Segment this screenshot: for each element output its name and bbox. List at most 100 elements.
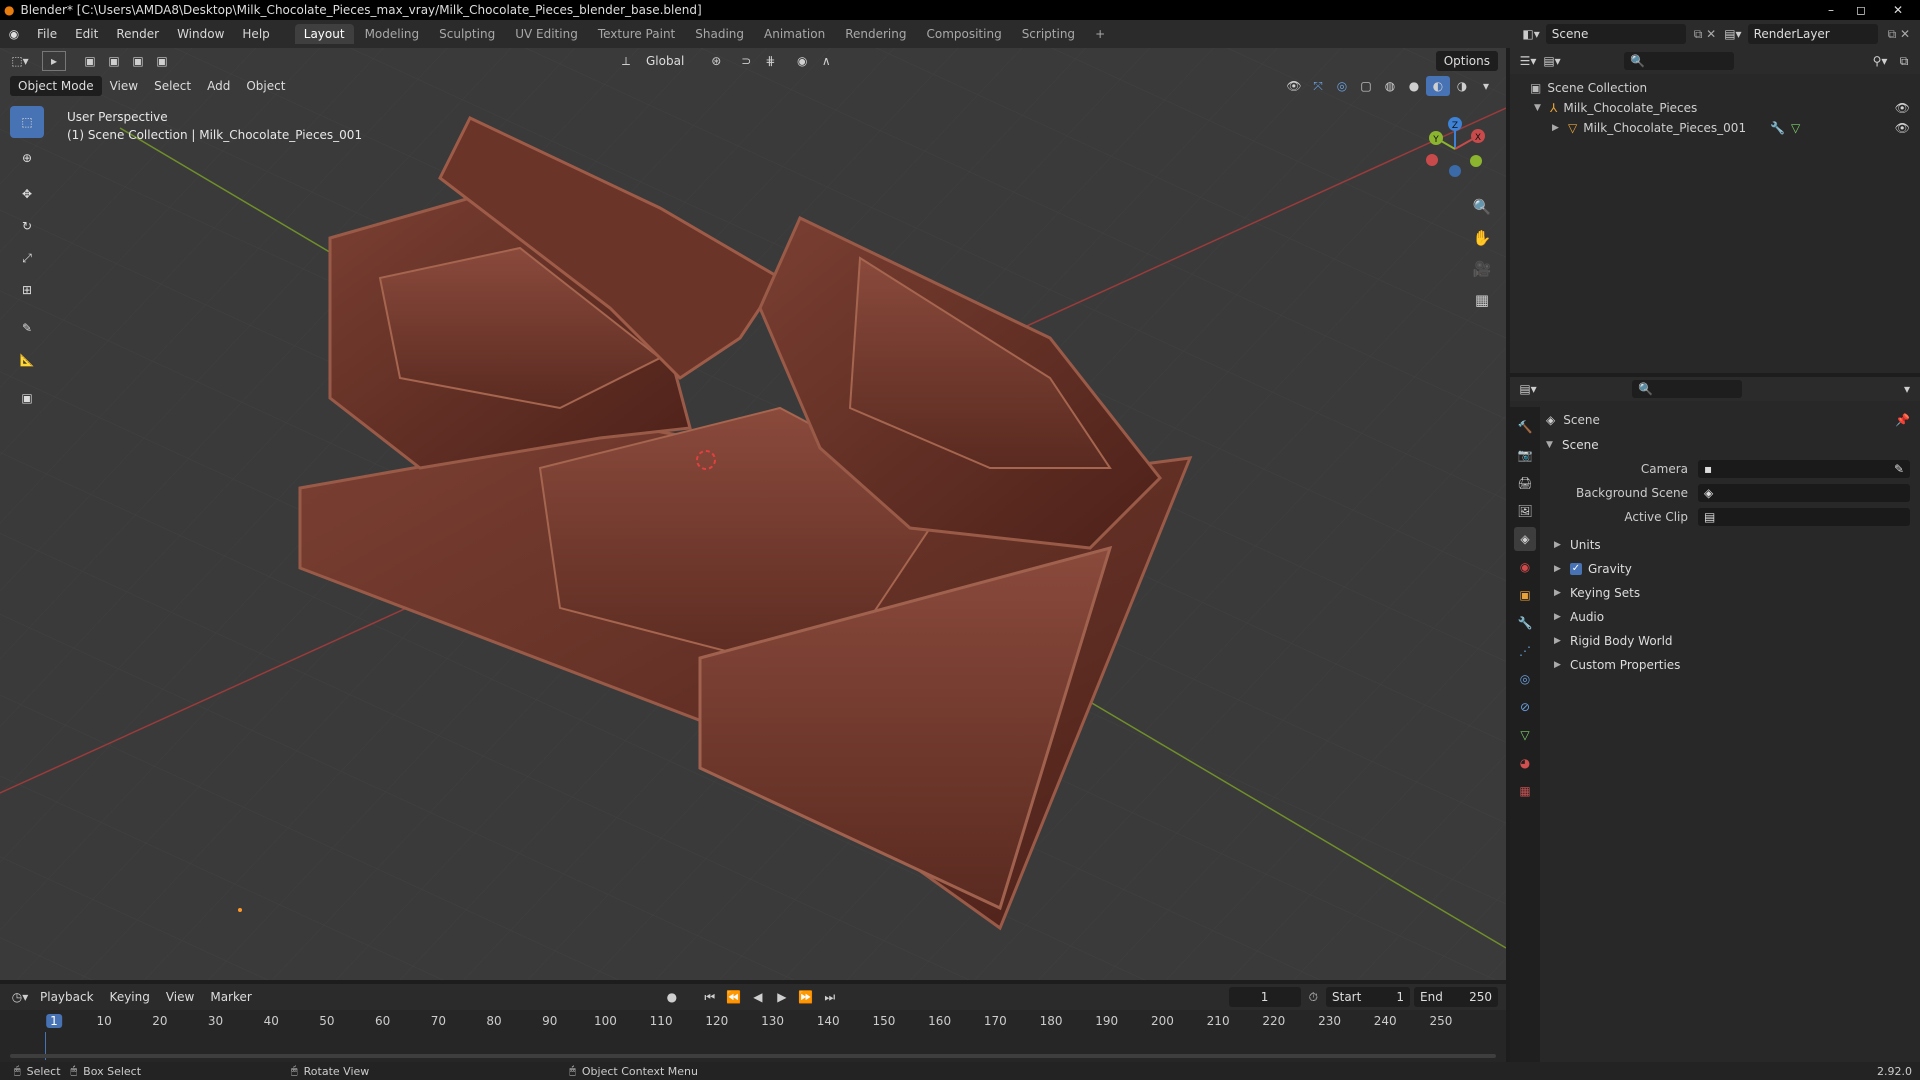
shading-solid-icon[interactable]: ● <box>1402 76 1426 96</box>
move-tool-icon[interactable]: ✥ <box>10 178 44 210</box>
gravity-checkbox[interactable]: ✓ <box>1570 563 1582 575</box>
select-box-extend-icon[interactable]: ▣ <box>102 51 126 71</box>
renderlayer-icon[interactable]: ▤▾ <box>1724 27 1741 41</box>
physics-tab-icon[interactable]: ◎ <box>1514 667 1536 691</box>
tab-shading[interactable]: Shading <box>686 24 753 44</box>
view-layer-tab-icon[interactable]: 🖼 <box>1514 499 1536 523</box>
properties-editor-type-icon[interactable]: ▤▾ <box>1516 379 1540 399</box>
scene-panel-header[interactable]: ▼ Scene <box>1540 433 1920 457</box>
tab-scripting[interactable]: Scripting <box>1013 24 1084 44</box>
camera-view-icon[interactable]: 🎥 <box>1468 254 1496 285</box>
new-collection-icon[interactable]: ⧉ <box>1892 51 1916 71</box>
material-tab-icon[interactable]: ◕ <box>1514 751 1536 775</box>
shading-options-icon[interactable]: ▾ <box>1474 76 1498 96</box>
measure-tool-icon[interactable]: 📐 <box>10 344 44 376</box>
scale-tool-icon[interactable]: ⤢ <box>10 242 44 274</box>
xray-icon[interactable]: ▢ <box>1354 76 1378 96</box>
custom-properties-panel-header[interactable]: ▶ Custom Properties <box>1540 653 1920 677</box>
ortho-grid-icon[interactable]: ▦ <box>1468 285 1496 316</box>
play-reverse-icon[interactable]: ◀ <box>746 987 770 1007</box>
tab-rendering[interactable]: Rendering <box>836 24 915 44</box>
options-dropdown[interactable]: Options <box>1435 51 1498 71</box>
pivot-icon[interactable]: ⊛ <box>704 51 728 71</box>
mesh-data-icon[interactable]: ▽ <box>1791 121 1800 135</box>
mode-dropdown[interactable]: Object Mode <box>10 76 102 96</box>
tab-animation[interactable]: Animation <box>755 24 834 44</box>
zoom-icon[interactable]: 🔍 <box>1468 192 1496 223</box>
jump-start-icon[interactable]: ⏮ <box>698 987 722 1007</box>
snap-target-icon[interactable]: ⋕ <box>758 51 782 71</box>
texture-tab-icon[interactable]: ▦ <box>1514 779 1536 803</box>
rotate-tool-icon[interactable]: ↻ <box>10 210 44 242</box>
maximize-button[interactable]: ◻ <box>1846 1 1876 19</box>
add-cube-tool-icon[interactable]: ▣ <box>10 382 44 414</box>
new-renderlayer-icon[interactable]: ⧉ ✕ <box>1888 27 1910 42</box>
gravity-panel-header[interactable]: ▶ ✓ Gravity <box>1540 557 1920 581</box>
active-clip-field[interactable]: ▤ <box>1698 508 1910 526</box>
modifier-wrench-icon[interactable]: 🔧 <box>1770 121 1785 135</box>
scene-tab-icon[interactable]: ◈ <box>1514 527 1536 551</box>
falloff-icon[interactable]: ∧ <box>814 51 838 71</box>
menu-help[interactable]: Help <box>233 27 278 41</box>
new-scene-icon[interactable]: ⧉ ✕ <box>1694 27 1716 42</box>
current-frame-field[interactable]: 1 <box>1228 987 1301 1007</box>
outliner-row-collection[interactable]: ▼ ⅄ Milk_Chocolate_Pieces 👁 <box>1510 98 1920 118</box>
units-panel-header[interactable]: ▶ Units <box>1540 533 1920 557</box>
display-mode-icon[interactable]: ▤▾ <box>1540 51 1564 71</box>
jump-keyframe-forward-icon[interactable]: ⏩ <box>794 987 818 1007</box>
transform-tool-icon[interactable]: ⊞ <box>10 274 44 306</box>
tab-layout[interactable]: Layout <box>294 24 354 44</box>
outliner-editor-type-icon[interactable]: ☰▾ <box>1516 51 1540 71</box>
navigation-gizmo[interactable]: Z X Y <box>1420 114 1490 184</box>
annotate-tool-icon[interactable]: ✎ <box>10 312 44 344</box>
playback-menu[interactable]: Playback <box>32 988 102 1006</box>
select-box-subtract-icon[interactable]: ▣ <box>126 51 150 71</box>
object-menu[interactable]: Object <box>238 77 293 95</box>
menu-window[interactable]: Window <box>168 27 233 41</box>
select-box-invert-icon[interactable]: ▣ <box>150 51 174 71</box>
outliner-row-scene-collection[interactable]: ▣ Scene Collection <box>1510 78 1920 98</box>
tab-uv-editing[interactable]: UV Editing <box>506 24 587 44</box>
audio-panel-header[interactable]: ▶ Audio <box>1540 605 1920 629</box>
pan-hand-icon[interactable]: ✋ <box>1468 223 1496 254</box>
constraints-tab-icon[interactable]: ⊘ <box>1514 695 1536 719</box>
orientation-dropdown[interactable]: Global <box>638 52 692 70</box>
auto-keying-icon[interactable]: ● <box>660 987 684 1007</box>
modifier-tab-icon[interactable]: 🔧 <box>1514 611 1536 635</box>
cursor-tool-icon[interactable]: ⊕ <box>10 142 44 174</box>
marker-menu[interactable]: Marker <box>202 988 259 1006</box>
filter-icon[interactable]: ⚲▾ <box>1868 51 1892 71</box>
visibility-eye-icon[interactable]: 👁 <box>1895 121 1910 135</box>
properties-search-input[interactable]: 🔍 <box>1632 380 1742 398</box>
proportional-edit-icon[interactable]: ◉ <box>790 51 814 71</box>
timeline-view-menu[interactable]: View <box>158 988 202 1006</box>
view-menu[interactable]: View <box>102 77 146 95</box>
eyedropper-icon[interactable]: ✎ <box>1894 462 1904 476</box>
menu-edit[interactable]: Edit <box>66 27 107 41</box>
tab-modeling[interactable]: Modeling <box>356 24 429 44</box>
rigid-body-panel-header[interactable]: ▶ Rigid Body World <box>1540 629 1920 653</box>
select-tool-icon[interactable]: ⬚ <box>10 106 44 138</box>
select-box-new-icon[interactable]: ▣ <box>78 51 102 71</box>
jump-keyframe-back-icon[interactable]: ⏪ <box>722 987 746 1007</box>
shading-material-icon[interactable]: ◐ <box>1426 76 1450 96</box>
world-tab-icon[interactable]: ◉ <box>1514 555 1536 579</box>
shading-wireframe-icon[interactable]: ◍ <box>1378 76 1402 96</box>
output-tab-icon[interactable]: 🖨 <box>1514 471 1536 495</box>
timeline-track[interactable]: 1 10 20 30 40 50 60 70 80 90 100 110 120 130 140 150 160… <box>0 1010 1506 1062</box>
data-tab-icon[interactable]: ▽ <box>1514 723 1536 747</box>
stopwatch-icon[interactable]: ⏱ <box>1309 990 1318 1005</box>
properties-options-icon[interactable]: ▾ <box>1904 382 1910 396</box>
render-tab-icon[interactable]: 📷 <box>1514 443 1536 467</box>
menu-file[interactable]: File <box>28 27 66 41</box>
expand-object-icon[interactable]: ▶ <box>1552 123 1560 133</box>
scene-field[interactable]: Scene <box>1545 24 1686 44</box>
blender-menu-icon[interactable]: ◉ <box>0 27 28 41</box>
keying-sets-panel-header[interactable]: ▶ Keying Sets <box>1540 581 1920 605</box>
editor-type-icon[interactable]: ⬚▾ <box>8 51 32 71</box>
minimize-button[interactable]: – <box>1816 1 1846 19</box>
tool-tab-icon[interactable]: 🔨 <box>1514 415 1536 439</box>
gizmo-toggle-icon[interactable]: ⤧ <box>1306 76 1330 96</box>
overlay-toggle-icon[interactable]: ◎ <box>1330 76 1354 96</box>
add-workspace-button[interactable]: + <box>1086 24 1114 44</box>
